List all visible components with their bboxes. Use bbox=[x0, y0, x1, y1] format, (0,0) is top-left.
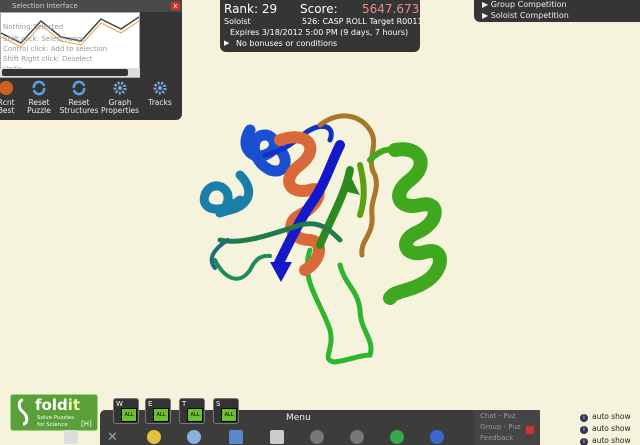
disabled-icon[interactable] bbox=[350, 430, 364, 444]
gear-icon bbox=[153, 81, 167, 95]
graph-hint: Shift Right click: Deselect bbox=[3, 55, 93, 63]
folder-icon[interactable] bbox=[229, 430, 243, 444]
graph-hint: Nothing:Selected bbox=[3, 23, 64, 31]
camera-icon[interactable] bbox=[270, 430, 284, 444]
competition-panel: ▶ Group Competition ▶ Soloist Competitio… bbox=[474, 0, 640, 22]
info-icon: i bbox=[580, 426, 588, 434]
selection-interface-panel: Selection Interface x Nothing:Selected S… bbox=[0, 0, 182, 120]
tweak-mode-button[interactable]: T ALL bbox=[179, 398, 205, 424]
selection-interface-title: Selection Interface bbox=[12, 2, 78, 10]
disabled-icon[interactable] bbox=[310, 430, 324, 444]
auto-show-row[interactable]: i auto show bbox=[580, 424, 631, 434]
reset-structures-button[interactable]: Reset Structures bbox=[59, 80, 99, 115]
menu-label[interactable]: Menu bbox=[286, 413, 311, 423]
tools-icon[interactable] bbox=[64, 430, 78, 444]
rank-panel: Rank: 29 Score: 5647.673 Soloist 526: CA… bbox=[220, 0, 423, 52]
rank-label: Rank: 29 bbox=[224, 2, 278, 16]
mode-badge: ALL bbox=[121, 408, 137, 422]
auto-show-row[interactable]: i auto show bbox=[580, 412, 631, 422]
recent-best-label2: Best bbox=[0, 106, 15, 115]
logo-hotkey: [H] bbox=[81, 420, 92, 428]
score-label: Score: bbox=[300, 2, 338, 16]
mode-badge: ALL bbox=[153, 408, 169, 422]
face-icon[interactable] bbox=[147, 430, 161, 444]
conditions-label[interactable]: No bonuses or conditions bbox=[236, 39, 337, 48]
mode-key: T bbox=[182, 400, 187, 408]
recent-best-icon bbox=[0, 81, 13, 95]
soloist-competition-label: Soloist Competition bbox=[490, 11, 569, 20]
graph-properties-label2: Properties bbox=[101, 106, 139, 115]
auto-show-label: auto show bbox=[592, 424, 631, 433]
logo-tagline: Solve Puzzles bbox=[37, 415, 75, 421]
score-value: 5647.673 bbox=[362, 2, 420, 16]
auto-show-row[interactable]: i auto show bbox=[580, 436, 631, 445]
selection-interface-titlebar[interactable]: Selection Interface x bbox=[0, 0, 182, 12]
puzzle-name: 526: CASP ROLL Target R0011 bbox=[302, 17, 423, 26]
close-icon[interactable]: x bbox=[171, 2, 180, 10]
mode-key: E bbox=[148, 400, 153, 408]
graph-hint: Shift click: Select range bbox=[3, 35, 86, 43]
tracks-label: Tracks bbox=[148, 98, 172, 107]
mode-badge: ALL bbox=[187, 408, 203, 422]
expand-triangle-icon[interactable]: ▶ bbox=[224, 39, 229, 47]
soloist-competition-item[interactable]: ▶ Soloist Competition bbox=[482, 11, 569, 20]
people-icon[interactable] bbox=[187, 430, 201, 444]
logo-text: foldit bbox=[35, 396, 80, 414]
shake-mode-button[interactable]: E ALL bbox=[145, 398, 171, 424]
reset-structures-label2: Structures bbox=[59, 106, 99, 115]
logo-name: fold bbox=[35, 396, 68, 414]
group-competition-label: Group Competition bbox=[490, 0, 567, 9]
mode-badge: ALL bbox=[221, 408, 237, 422]
group-chat-tab[interactable]: Group - Puz bbox=[480, 423, 521, 431]
wrench-icon[interactable]: ✕ bbox=[107, 430, 121, 445]
close-icon[interactable] bbox=[526, 426, 534, 434]
mode-label: Soloist bbox=[224, 17, 251, 26]
info-icon: i bbox=[580, 438, 588, 445]
auto-show-label: auto show bbox=[592, 412, 631, 421]
refresh-icon bbox=[72, 80, 86, 96]
logo-tagline2: for Science bbox=[37, 422, 68, 428]
chat-panel: Chat - Puz Group - Puz Feedback bbox=[474, 410, 540, 445]
mode-key: W bbox=[116, 400, 123, 408]
graph-properties-button[interactable]: Graph Properties bbox=[100, 80, 140, 115]
auto-show-label: auto show bbox=[592, 436, 631, 445]
expires-label: Expires 3/18/2012 5:00 PM (9 days, 7 hou… bbox=[230, 28, 409, 37]
graph-hint: Control click: Add to selection bbox=[3, 45, 108, 53]
group-competition-item[interactable]: ▶ Group Competition bbox=[482, 0, 567, 9]
refresh-icon bbox=[32, 80, 46, 96]
foldit-logo[interactable]: foldit Solve Puzzles for Science [H] bbox=[10, 394, 98, 431]
info-icon: i bbox=[580, 414, 588, 422]
reset-puzzle-button[interactable]: Reset Puzzle bbox=[19, 80, 59, 115]
graph-scrollbar[interactable] bbox=[0, 68, 140, 77]
reset-puzzle-label2: Puzzle bbox=[27, 106, 51, 115]
tracks-button[interactable]: Tracks bbox=[140, 80, 180, 107]
help-icon[interactable] bbox=[430, 430, 444, 444]
graph-scrollbar-thumb[interactable] bbox=[2, 69, 128, 76]
mode-key: S bbox=[216, 400, 221, 408]
chat-tab[interactable]: Chat - Puz bbox=[480, 412, 516, 420]
sidechain-mode-button[interactable]: S ALL bbox=[213, 398, 239, 424]
wiggle-mode-button[interactable]: W ALL bbox=[113, 398, 139, 424]
gear-icon bbox=[113, 81, 127, 95]
help-icon[interactable] bbox=[390, 430, 404, 444]
ribbon-icon bbox=[15, 398, 31, 426]
feedback-tab[interactable]: Feedback bbox=[480, 434, 513, 442]
logo-name-accent: it bbox=[67, 396, 81, 414]
